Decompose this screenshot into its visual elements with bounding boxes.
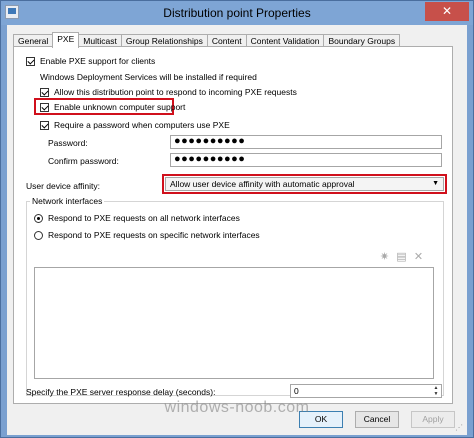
respond-specific-radio[interactable] — [34, 230, 43, 240]
enable-pxe-label: Enable PXE support for clients — [40, 56, 156, 66]
interface-properties-icon[interactable]: ▤ — [394, 250, 409, 264]
allow-respond-label: Allow this distribution point to respond… — [54, 87, 297, 97]
enable-pxe-checkbox[interactable] — [26, 56, 35, 66]
respond-all-label: Respond to PXE requests on all network i… — [48, 213, 240, 223]
delay-value: 0 — [294, 386, 299, 396]
close-button[interactable]: ✕ — [425, 2, 469, 21]
network-interfaces-list[interactable] — [34, 267, 434, 379]
delete-interface-icon[interactable]: ✕ — [411, 250, 426, 264]
properties-dialog: Distribution point Properties ✕ General … — [0, 0, 474, 438]
confirm-password-field[interactable]: ●●●●●●●●●● — [170, 153, 442, 167]
delay-spinner[interactable]: 0 ▲ ▼ — [290, 384, 442, 398]
wds-note: Windows Deployment Services will be inst… — [40, 72, 257, 82]
allow-respond-row[interactable]: Allow this distribution point to respond… — [40, 87, 297, 97]
enable-pxe-row[interactable]: Enable PXE support for clients — [26, 56, 155, 66]
resize-grip-icon[interactable]: ⋰ — [455, 423, 465, 433]
unknown-support-label: Enable unknown computer support — [54, 102, 186, 112]
delay-spin-buttons[interactable]: ▲ ▼ — [431, 385, 441, 397]
network-interfaces-legend: Network interfaces — [32, 196, 103, 206]
require-password-checkbox[interactable] — [40, 120, 49, 130]
password-label: Password: — [48, 138, 88, 148]
affinity-dropdown[interactable]: Allow user device affinity with automati… — [165, 177, 444, 191]
require-password-label: Require a password when computers use PX… — [54, 120, 230, 130]
delay-label: Specify the PXE server response delay (s… — [26, 387, 216, 397]
spin-down-icon[interactable]: ▼ — [431, 391, 441, 397]
respond-all-row[interactable]: Respond to PXE requests on all network i… — [34, 213, 240, 223]
respond-specific-row[interactable]: Respond to PXE requests on specific netw… — [34, 230, 260, 240]
unknown-support-checkbox[interactable] — [40, 102, 49, 112]
confirm-password-label: Confirm password: — [48, 156, 119, 166]
chevron-down-icon: ▼ — [432, 180, 439, 187]
affinity-value: Allow user device affinity with automati… — [170, 179, 355, 189]
dialog-client-area: General PXE Multicast Group Relationship… — [7, 25, 467, 435]
tab-strip: General PXE Multicast Group Relationship… — [13, 32, 401, 48]
require-password-row[interactable]: Require a password when computers use PX… — [40, 120, 230, 130]
allow-respond-checkbox[interactable] — [40, 87, 49, 97]
affinity-label: User device affinity: — [26, 181, 101, 191]
window-title: Distribution point Properties — [163, 6, 311, 20]
password-field[interactable]: ●●●●●●●●●● — [170, 135, 442, 149]
watermark-text: windows-noob.com — [164, 399, 310, 416]
pxe-tab-panel: Enable PXE support for clients Windows D… — [13, 46, 453, 404]
unknown-support-row[interactable]: Enable unknown computer support — [40, 102, 185, 112]
title-bar[interactable]: Distribution point Properties ✕ — [1, 1, 473, 25]
add-interface-icon[interactable]: ✷ — [377, 250, 392, 264]
respond-all-radio[interactable] — [34, 213, 43, 223]
tab-pxe[interactable]: PXE — [52, 32, 80, 48]
respond-specific-label: Respond to PXE requests on specific netw… — [48, 230, 260, 240]
